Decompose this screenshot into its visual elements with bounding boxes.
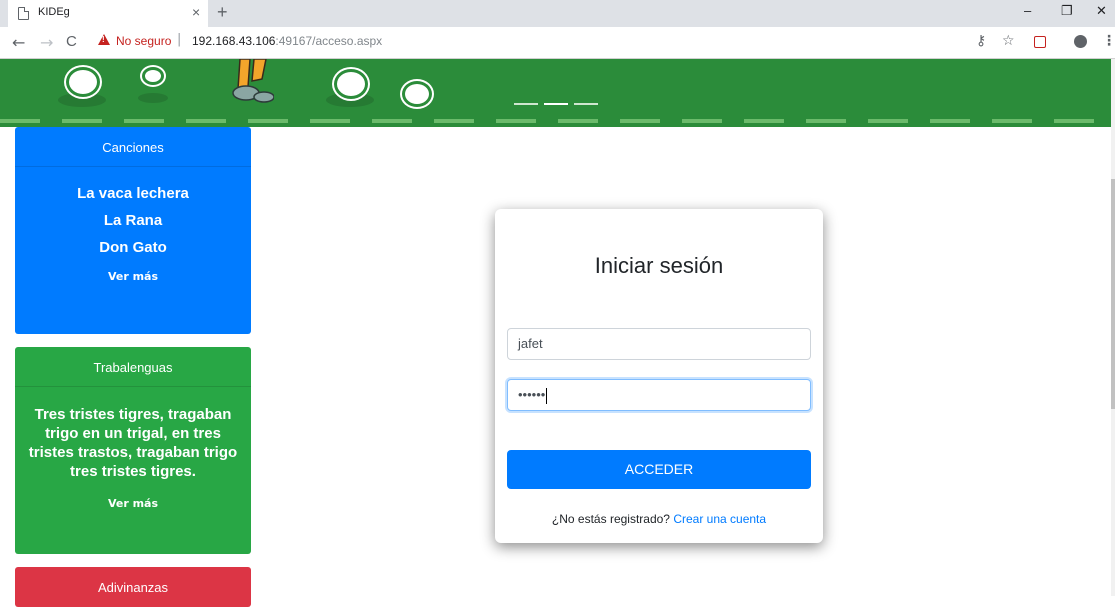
browser-tab-bar: KIDEg × + – ❐ ✕	[0, 0, 1115, 27]
login-card: Iniciar sesión jafet •••••• ACCEDER ¿No …	[495, 209, 823, 543]
canciones-card: Canciones La vaca lechera La Rana Don Ga…	[15, 127, 251, 334]
register-row: ¿No estás registrado? Crear una cuenta	[495, 512, 823, 526]
road-dash	[434, 119, 474, 123]
url-path: :49167/acceso.aspx	[275, 34, 383, 48]
key-icon[interactable]: ⚷	[976, 33, 986, 49]
browser-tab[interactable]: KIDEg ×	[8, 0, 208, 27]
flower-decoration	[402, 81, 432, 107]
road-dash	[186, 119, 226, 123]
canciones-more-link[interactable]: Ver más	[15, 270, 251, 283]
adivinanzas-card: Adivinanzas	[15, 567, 251, 607]
login-title: Iniciar sesión	[594, 253, 724, 278]
forward-icon[interactable]: →	[40, 33, 53, 52]
road-dash	[496, 119, 536, 123]
song-link[interactable]: Don Gato	[15, 239, 251, 256]
text-cursor	[546, 387, 548, 404]
road-dash	[1054, 119, 1094, 123]
star-icon[interactable]: ☆	[1002, 33, 1015, 49]
song-link[interactable]: La vaca lechera	[15, 185, 251, 202]
adivinanzas-header: Adivinanzas	[97, 580, 169, 595]
url-text: 192.168.43.106:49167/acceso.aspx	[192, 34, 382, 48]
create-account-link[interactable]: Crear una cuenta	[673, 512, 766, 526]
road-dash	[310, 119, 350, 123]
page-icon	[18, 7, 29, 20]
road-dash	[124, 119, 164, 123]
extension-icon[interactable]	[1034, 36, 1046, 48]
flower-decoration	[66, 67, 100, 97]
road-dash	[0, 119, 40, 123]
road-dash	[248, 119, 288, 123]
scrollbar-thumb[interactable]	[1111, 179, 1115, 409]
new-tab-button[interactable]: +	[217, 2, 228, 23]
road-dash	[868, 119, 908, 123]
security-label[interactable]: No seguro	[116, 34, 171, 48]
warning-icon	[98, 34, 110, 45]
account-icon[interactable]	[1074, 35, 1087, 48]
trabalenguas-card: Trabalenguas Tres tristes tigres, tragab…	[15, 347, 251, 554]
menu-icon[interactable]: ⋮	[1102, 33, 1115, 49]
road-dash	[806, 119, 846, 123]
page-scrollbar[interactable]	[1111, 59, 1115, 596]
song-list: La vaca lechera La Rana Don Gato Ver más	[15, 167, 251, 283]
close-window-button[interactable]: ✕	[1096, 3, 1107, 19]
song-link[interactable]: La Rana	[15, 212, 251, 229]
header-banner	[0, 59, 1115, 127]
reload-icon[interactable]: C	[66, 33, 77, 50]
tab-title: KIDEg	[38, 6, 70, 18]
canciones-header: Canciones	[15, 127, 251, 167]
url-field[interactable]: No seguro | 192.168.43.106:49167/acceso.…	[92, 31, 952, 53]
url-host: 192.168.43.106	[192, 34, 276, 48]
address-bar-row: ← → C No seguro | 192.168.43.106:49167/a…	[0, 27, 1115, 59]
road-dash	[62, 119, 102, 123]
road-dash	[744, 119, 784, 123]
road-dash	[620, 119, 660, 123]
slider-indicator-active[interactable]	[544, 103, 568, 105]
flower-decoration	[334, 69, 368, 99]
character-legs-image	[232, 59, 274, 103]
slider-indicator[interactable]	[514, 103, 538, 105]
url-separator: |	[177, 32, 182, 47]
back-icon[interactable]: ←	[12, 33, 25, 52]
login-button[interactable]: ACCEDER	[507, 450, 811, 489]
tab-close-icon[interactable]: ×	[192, 4, 200, 20]
trabalenguas-header: Trabalenguas	[15, 347, 251, 387]
register-prompt: ¿No estás registrado?	[551, 512, 670, 526]
road-dash	[682, 119, 722, 123]
restore-button[interactable]: ❐	[1061, 3, 1073, 19]
trabalenguas-body: Tres tristes tigres, tragaban trigo en u…	[15, 387, 251, 510]
flower-shadow	[138, 93, 168, 103]
trabalenguas-text: Tres tristes tigres, tragaban trigo en u…	[28, 406, 238, 480]
password-value: ••••••	[518, 387, 546, 402]
road-dash	[558, 119, 598, 123]
road-dash	[992, 119, 1032, 123]
minimize-button[interactable]: –	[1024, 3, 1031, 18]
password-field[interactable]: ••••••	[507, 379, 811, 411]
trabalenguas-more-link[interactable]: Ver más	[15, 497, 251, 510]
road-dash	[930, 119, 970, 123]
slider-indicator[interactable]	[574, 103, 598, 105]
flower-decoration	[142, 67, 164, 85]
username-value: jafet	[518, 336, 543, 351]
road-dash	[372, 119, 412, 123]
username-field[interactable]: jafet	[507, 328, 811, 360]
